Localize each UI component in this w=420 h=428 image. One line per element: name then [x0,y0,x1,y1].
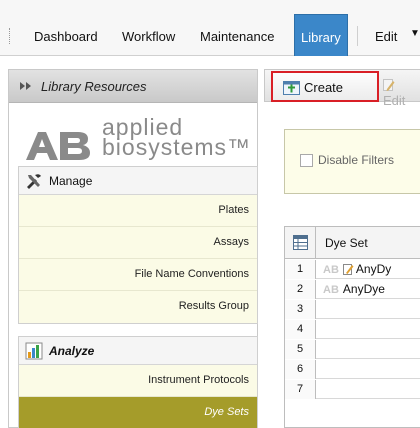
collapse-chevron-icon [20,82,31,90]
nav-item-assays[interactable]: Assays [19,227,257,259]
disable-filters-label: Disable Filters [318,153,395,167]
dye-set-table: Dye Set 1 AB AnyDy 2 AB AnyDye 3 4 5 6 7 [284,226,420,428]
nav-item-label: Assays [213,236,249,248]
menu-maintenance[interactable]: Maintenance [200,29,274,44]
nav-item-label: File Name Conventions [134,268,249,280]
applied-biosystems-logo: applied biosystems™ [24,114,254,168]
filter-panel: Disable Filters [284,129,420,194]
menu-edit[interactable]: Edit [375,29,397,44]
dye-set-cell: AB AnyDye [323,282,385,296]
nav-item-dye-sets[interactable]: Dye Sets [19,397,257,428]
add-table-icon [283,81,300,95]
row-number: 4 [285,320,316,339]
nav-item-label: Results Group [178,300,249,312]
ab-badge-icon: AB [323,284,339,296]
row-number: 2 [285,280,316,299]
menu-grip [9,28,12,44]
dye-set-cell: AB AnyDy [323,262,391,276]
table-row[interactable]: 6 [285,360,420,379]
analyze-section-label: Analyze [49,344,95,358]
row-number: 7 [285,380,316,399]
analyze-section: Analyze Instrument Protocols Dye Sets [18,336,258,428]
logo-text-biosystems: biosystems™ [102,134,252,160]
row-number: 6 [285,360,316,379]
table-row[interactable]: 2 AB AnyDye [285,280,420,299]
create-button[interactable]: Create [271,71,379,102]
library-resources-header[interactable]: Library Resources [9,70,257,103]
create-button-label: Create [304,80,344,95]
nav-item-instrument-protocols[interactable]: Instrument Protocols [19,365,257,397]
menu-library[interactable]: Library [294,14,348,56]
main-menu-bar: Dashboard Workflow Maintenance Library E… [0,0,420,56]
nav-item-file-name-conventions[interactable]: File Name Conventions [19,259,257,291]
pencil-icon [383,79,395,91]
dye-set-name: AnyDye [342,282,385,296]
table-row[interactable]: 7 [285,380,420,399]
chevron-down-icon[interactable]: ▼ [410,28,420,39]
row-number: 5 [285,340,316,359]
table-row[interactable]: 4 [285,320,420,339]
edit-button[interactable]: Edit [383,78,420,108]
table-row[interactable]: 5 [285,340,420,359]
table-row[interactable]: 1 AB AnyDy [285,260,420,279]
manage-section: Manage Plates Assays File Name Conventio… [18,166,258,324]
edit-pencil-icon [342,264,354,275]
menu-workflow[interactable]: Workflow [122,29,175,44]
table-header: Dye Set [285,227,420,259]
library-resources-panel: Library Resources applied biosystems™ Ma… [8,69,258,428]
nav-item-plates[interactable]: Plates [19,195,257,227]
ab-logo-mark [26,132,90,160]
menu-separator [357,26,358,46]
ab-badge-icon: AB [323,264,339,276]
row-number: 3 [285,300,316,319]
table-grid-icon [293,235,308,250]
nav-item-label: Dye Sets [204,406,249,418]
library-toolbar: Create Edit [264,69,420,108]
disable-filters-checkbox[interactable] [300,154,313,167]
analyze-section-header[interactable]: Analyze [19,337,257,365]
table-corner[interactable] [285,227,316,259]
manage-section-header[interactable]: Manage [19,167,257,195]
menu-dashboard[interactable]: Dashboard [34,29,98,44]
tools-icon [27,174,41,189]
bar-chart-icon [25,342,43,360]
edit-button-label: Edit [383,93,406,108]
row-number: 1 [285,260,316,279]
dye-set-name: AnyDy [355,262,392,276]
table-row[interactable]: 3 [285,300,420,319]
nav-item-results-group[interactable]: Results Group [19,291,257,323]
manage-section-label: Manage [49,174,93,188]
library-resources-title: Library Resources [41,79,147,94]
nav-item-label: Instrument Protocols [148,374,249,386]
nav-item-label: Plates [218,204,249,216]
column-header-dye-set[interactable]: Dye Set [325,236,368,250]
